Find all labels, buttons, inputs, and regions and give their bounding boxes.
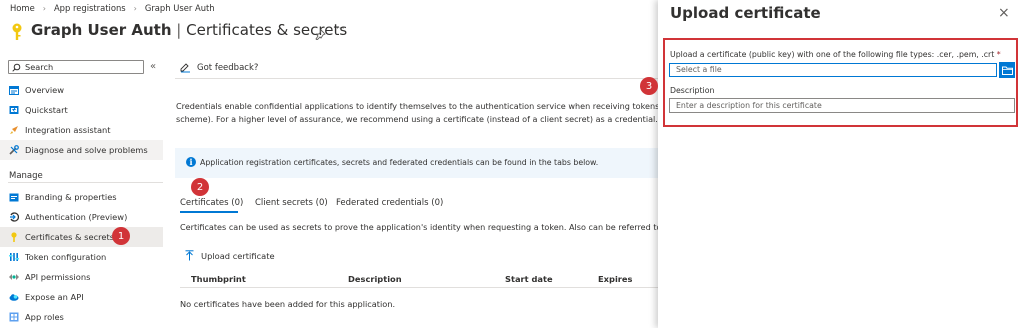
sidebar-item-certificates-secrets[interactable]: Certificates & secrets bbox=[0, 227, 163, 247]
column-header-thumbprint: Thumbprint bbox=[191, 274, 246, 284]
description-input[interactable]: Enter a description for this certificate bbox=[669, 98, 1015, 113]
pin-icon[interactable] bbox=[315, 25, 326, 44]
divider bbox=[8, 182, 163, 183]
page-title: Graph User Auth | Certificates & secrets bbox=[31, 21, 347, 39]
sidebar-search-input[interactable]: Search bbox=[8, 60, 144, 74]
close-icon[interactable]: × bbox=[998, 5, 1010, 21]
sidebar-item-label: Authentication (Preview) bbox=[25, 212, 128, 222]
tab-certificates[interactable]: Certificates (0) bbox=[180, 198, 243, 208]
file-field-label: Upload a certificate (public key) with o… bbox=[670, 50, 1001, 59]
select-file-input[interactable]: Select a file bbox=[669, 63, 997, 77]
certificates-description: Certificates can be used as secrets to p… bbox=[180, 222, 664, 232]
quickstart-icon bbox=[9, 105, 19, 115]
description-line: scheme). For a higher level of assurance… bbox=[176, 113, 658, 124]
page-title-app: Graph User Auth bbox=[31, 21, 172, 39]
annotation-badge: 3 bbox=[640, 77, 658, 95]
collapse-sidebar-button[interactable]: « bbox=[150, 61, 156, 72]
sidebar-item-integration-assistant[interactable]: Integration assistant bbox=[0, 120, 163, 140]
wrench-icon bbox=[9, 145, 19, 155]
app-roles-icon bbox=[9, 312, 19, 322]
file-input-placeholder: Select a file bbox=[676, 65, 722, 74]
overview-icon bbox=[9, 85, 19, 95]
breadcrumb-separator: › bbox=[133, 3, 137, 13]
key-icon bbox=[10, 23, 24, 45]
empty-table-message: No certificates have been added for this… bbox=[180, 299, 396, 309]
cloud-icon bbox=[9, 292, 19, 302]
info-icon: i bbox=[186, 157, 196, 167]
browse-file-button[interactable] bbox=[999, 62, 1015, 78]
authentication-icon bbox=[9, 212, 19, 222]
sidebar-item-overview[interactable]: Overview bbox=[0, 80, 163, 100]
sidebar-item-token-configuration[interactable]: Token configuration bbox=[0, 247, 163, 267]
sidebar-item-label: Quickstart bbox=[25, 105, 68, 115]
breadcrumb-separator: › bbox=[42, 3, 46, 13]
breadcrumb-app-registrations[interactable]: App registrations bbox=[54, 3, 126, 13]
sidebar-item-label: Diagnose and solve problems bbox=[25, 145, 148, 155]
breadcrumb: Home › App registrations › Graph User Au… bbox=[10, 3, 215, 13]
sidebar-item-label: Overview bbox=[25, 85, 65, 95]
sidebar-section-manage: Manage bbox=[9, 171, 43, 181]
sidebar-item-label: Integration assistant bbox=[25, 125, 111, 135]
breadcrumb-app[interactable]: Graph User Auth bbox=[145, 3, 215, 13]
upload-certificate-label: Upload certificate bbox=[201, 250, 275, 261]
key-icon bbox=[9, 232, 19, 242]
folder-icon bbox=[1001, 66, 1013, 75]
sidebar-item-quickstart[interactable]: Quickstart bbox=[0, 100, 163, 120]
panel-title: Upload certificate bbox=[670, 4, 821, 22]
upload-certificate-button[interactable]: Upload certificate bbox=[185, 250, 275, 261]
description-input-placeholder: Enter a description for this certificate bbox=[676, 101, 822, 110]
active-tab-indicator bbox=[180, 211, 238, 213]
description-text: Credentials enable confidential applicat… bbox=[176, 100, 664, 125]
tab-federated-credentials[interactable]: Federated credentials (0) bbox=[336, 198, 443, 208]
upload-icon bbox=[185, 250, 194, 261]
sidebar-item-label: App roles bbox=[25, 312, 64, 322]
feedback-label: Got feedback? bbox=[197, 62, 259, 73]
annotation-badge: 2 bbox=[191, 178, 209, 196]
search-icon bbox=[12, 63, 21, 72]
sidebar-item-authentication[interactable]: Authentication (Preview) bbox=[0, 207, 163, 227]
title-divider: | bbox=[176, 21, 182, 39]
sidebar-item-branding[interactable]: Branding & properties bbox=[0, 187, 163, 207]
sidebar-item-expose-api[interactable]: Expose an API bbox=[0, 287, 163, 307]
permissions-icon bbox=[9, 272, 19, 282]
feedback-icon bbox=[180, 63, 190, 73]
sidebar-item-label: Expose an API bbox=[25, 292, 84, 302]
more-icon[interactable]: ··· bbox=[336, 24, 345, 34]
sidebar-item-label: Token configuration bbox=[25, 252, 107, 262]
breadcrumb-home[interactable]: Home bbox=[10, 3, 35, 13]
column-header-expires: Expires bbox=[598, 274, 633, 284]
info-banner: i Application registration certificates,… bbox=[175, 148, 665, 178]
divider bbox=[175, 78, 665, 79]
file-field-label-text: Upload a certificate (public key) with o… bbox=[670, 50, 995, 59]
token-icon bbox=[9, 252, 19, 262]
description-line: Credentials enable confidential applicat… bbox=[176, 101, 664, 111]
search-placeholder: Search bbox=[25, 62, 54, 72]
divider bbox=[180, 287, 664, 288]
rocket-icon bbox=[9, 125, 19, 135]
tab-client-secrets[interactable]: Client secrets (0) bbox=[255, 198, 328, 208]
branding-icon bbox=[9, 192, 19, 202]
feedback-button[interactable]: Got feedback? bbox=[180, 62, 258, 73]
required-marker: * bbox=[996, 50, 1001, 59]
sidebar-item-label: Certificates & secrets bbox=[25, 232, 115, 242]
sidebar-item-api-permissions[interactable]: API permissions bbox=[0, 267, 163, 287]
column-header-description: Description bbox=[348, 274, 402, 284]
sidebar-item-label: Branding & properties bbox=[25, 192, 117, 202]
sidebar-item-label: API permissions bbox=[25, 272, 91, 282]
sidebar-item-app-roles[interactable]: App roles bbox=[0, 307, 163, 327]
annotation-badge: 1 bbox=[112, 227, 130, 245]
description-field-label: Description bbox=[670, 86, 715, 95]
info-text: Application registration certificates, s… bbox=[200, 158, 599, 167]
column-header-start-date: Start date bbox=[505, 274, 553, 284]
sidebar-item-diagnose[interactable]: Diagnose and solve problems bbox=[0, 140, 163, 160]
